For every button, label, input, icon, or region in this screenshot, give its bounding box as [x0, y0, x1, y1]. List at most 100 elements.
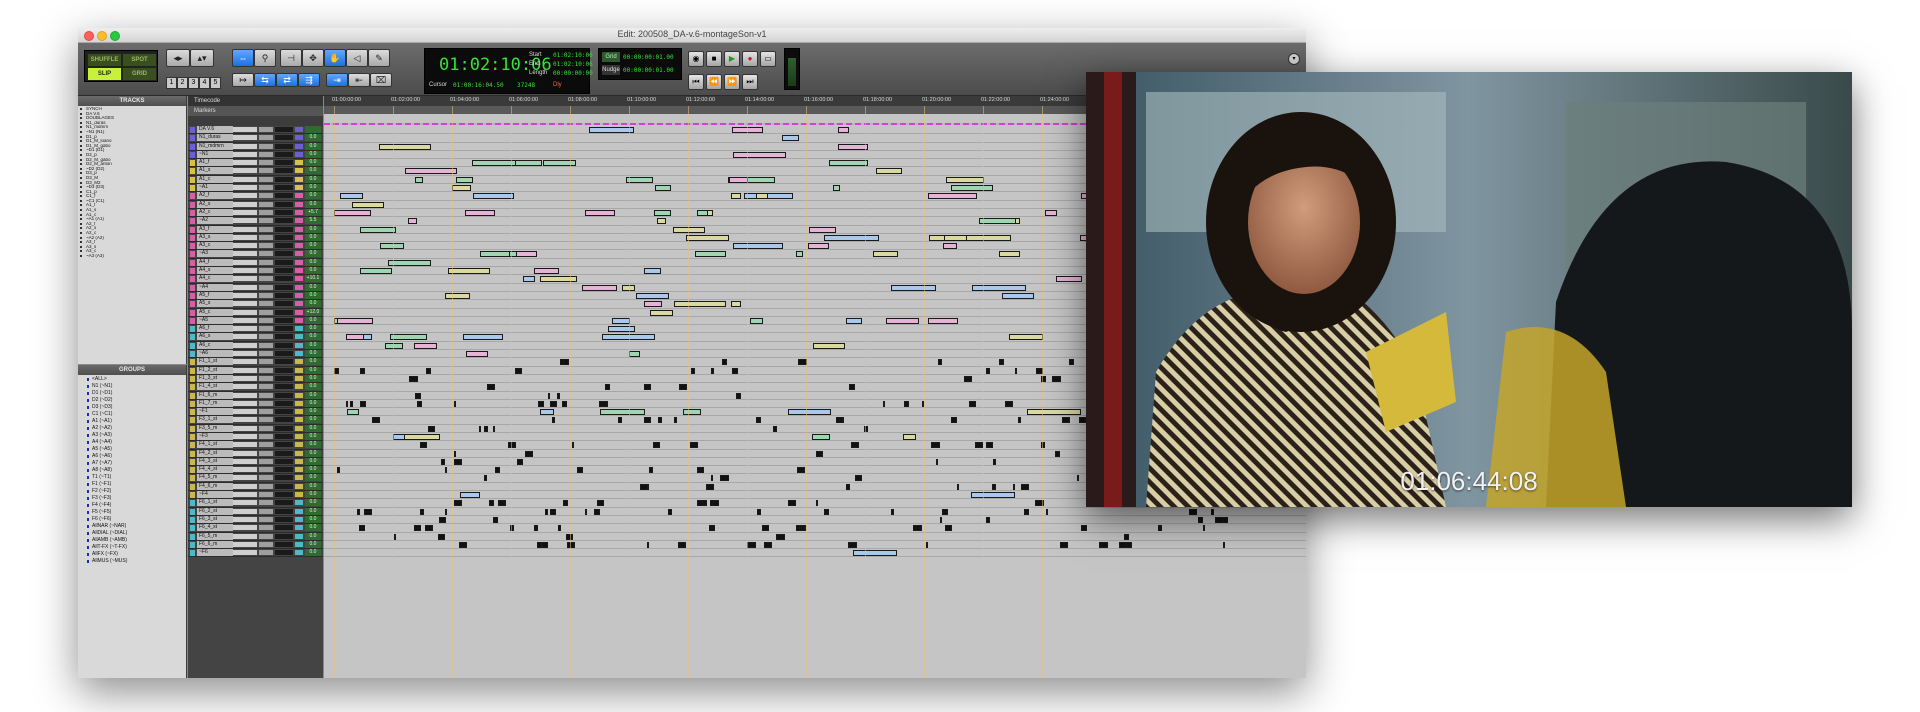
track-automation-selector[interactable] [275, 533, 293, 539]
track-io-selector[interactable] [259, 384, 273, 390]
audio-clip[interactable] [415, 176, 423, 183]
track-visibility-icon[interactable] [80, 112, 82, 115]
record-solo-mute-buttons[interactable] [233, 508, 257, 514]
audio-clip[interactable] [690, 442, 698, 449]
track-header-row[interactable]: F3_1_st 0.0 [188, 416, 323, 425]
track-volume-value[interactable]: +5.7 [305, 208, 321, 216]
record-solo-mute-buttons[interactable] [233, 259, 257, 265]
audio-clip[interactable] [824, 234, 879, 241]
track-volume-value[interactable]: 0.0 [305, 549, 321, 557]
audio-clip[interactable] [1024, 508, 1029, 515]
track-volume-value[interactable]: 0.0 [305, 192, 321, 200]
start-value[interactable]: 01:02:10:06 [553, 52, 593, 59]
audio-clip[interactable] [686, 234, 729, 241]
track-header-row[interactable]: ~A5 0.0 [188, 316, 323, 326]
track-automation-selector[interactable] [275, 276, 293, 282]
track-volume-value[interactable]: 0.0 [305, 358, 321, 366]
audio-clip[interactable] [986, 367, 990, 374]
track-automation-selector[interactable] [275, 433, 293, 439]
audio-clip[interactable] [713, 500, 719, 507]
audio-clip[interactable] [732, 367, 738, 374]
audio-clip[interactable] [711, 475, 713, 482]
track-visibility-icon[interactable] [80, 227, 82, 230]
audio-clip[interactable] [706, 483, 714, 490]
track-volume-value[interactable]: 0.0 [305, 134, 321, 142]
audio-clip[interactable] [357, 508, 360, 515]
audio-clip[interactable] [394, 533, 396, 540]
track-volume-value[interactable]: 0.0 [305, 258, 321, 266]
track-name[interactable]: A1_f [197, 159, 233, 167]
track-io-selector[interactable] [259, 375, 273, 381]
audio-clip[interactable] [657, 218, 666, 225]
track-automation-selector[interactable] [275, 259, 293, 265]
audio-clip[interactable] [816, 500, 818, 507]
audio-clip[interactable] [833, 185, 840, 192]
track-io-selector[interactable] [259, 143, 273, 149]
track-io-selector[interactable] [259, 516, 273, 522]
link-icon[interactable]: ↦ [232, 73, 254, 87]
track-visibility-icon[interactable] [80, 190, 82, 193]
track-header-row[interactable]: A5_f 0.0 [188, 291, 323, 301]
track-name[interactable]: A3_s [197, 233, 233, 241]
record-solo-mute-buttons[interactable] [233, 151, 257, 157]
audio-clip[interactable] [1055, 450, 1060, 457]
track-name[interactable]: N1_mdmrn [197, 142, 233, 150]
audio-clip[interactable] [600, 409, 645, 416]
track-visibility-icon[interactable] [80, 144, 82, 147]
track-io-selector[interactable] [259, 160, 273, 166]
audio-clip[interactable] [928, 317, 958, 324]
audio-clip[interactable] [517, 458, 523, 465]
track-automation-selector[interactable] [275, 234, 293, 240]
track-automation-selector[interactable] [275, 516, 293, 522]
track-automation-selector[interactable] [275, 127, 293, 132]
track-name[interactable]: F3_1_st [197, 416, 233, 424]
group-list-item[interactable]: A8 (~A8) [78, 467, 186, 474]
record-solo-mute-buttons[interactable] [233, 359, 257, 365]
track-visibility-icon[interactable] [80, 158, 82, 161]
audio-clip[interactable] [655, 185, 671, 192]
track-name[interactable]: F4_4_st [197, 466, 233, 474]
audio-clip[interactable] [702, 500, 707, 507]
keyboard-focus-icon[interactable]: ⌧ [370, 73, 392, 87]
track-header-row[interactable]: A6_c 0.0 [188, 341, 323, 351]
audio-clip[interactable] [838, 127, 849, 133]
rewind-icon[interactable]: ⏪ [706, 74, 722, 90]
audio-clip[interactable] [456, 176, 473, 183]
record-solo-mute-buttons[interactable] [233, 276, 257, 282]
audio-clip[interactable] [1013, 483, 1015, 490]
smart-tool-icon[interactable]: ✥ [302, 49, 324, 67]
audio-clip[interactable] [926, 541, 928, 548]
audio-clip[interactable] [438, 533, 445, 540]
audio-clip[interactable] [454, 450, 456, 457]
track-automation-selector[interactable] [275, 251, 293, 257]
record-solo-mute-buttons[interactable] [233, 433, 257, 439]
track-header-row[interactable]: F6_1_st 0.0 [188, 499, 323, 508]
track-volume-value[interactable]: 0.0 [305, 142, 321, 150]
track-header-row[interactable]: DA V.6 [188, 126, 323, 135]
track-automation-selector[interactable] [275, 525, 293, 531]
track-name[interactable]: F1_1_st [197, 358, 233, 366]
track-volume-value[interactable]: 0.0 [305, 374, 321, 382]
group-list-item[interactable]: AllAMB (~AMB) [78, 537, 186, 544]
group-list-item[interactable]: D3 (~D3) [78, 404, 186, 411]
audio-clip[interactable] [736, 392, 741, 399]
record-solo-mute-buttons[interactable] [233, 467, 257, 473]
audio-clip[interactable] [1062, 417, 1070, 424]
track-visibility-icon[interactable] [80, 181, 82, 184]
audio-clip[interactable] [673, 226, 705, 233]
record-solo-mute-buttons[interactable] [233, 243, 257, 249]
track-volume-value[interactable]: 0.0 [305, 300, 321, 308]
record-solo-mute-buttons[interactable] [233, 309, 257, 315]
audio-clip[interactable] [936, 458, 938, 465]
track-visibility-icon[interactable] [80, 186, 82, 189]
audio-clip[interactable] [498, 500, 506, 507]
track-header-row[interactable]: F6_6_m 0.0 [188, 540, 323, 550]
audio-clip[interactable] [545, 508, 548, 515]
track-automation-selector[interactable] [275, 334, 293, 340]
trim-tool-icon[interactable]: ⊣ [280, 49, 302, 67]
track-header-row[interactable]: F1_6_m 0.0 [188, 391, 323, 400]
record-solo-mute-buttons[interactable] [233, 409, 257, 415]
audio-clip[interactable] [612, 317, 630, 324]
track-volume-value[interactable]: 0.0 [305, 416, 321, 424]
audio-clip[interactable] [683, 409, 701, 416]
